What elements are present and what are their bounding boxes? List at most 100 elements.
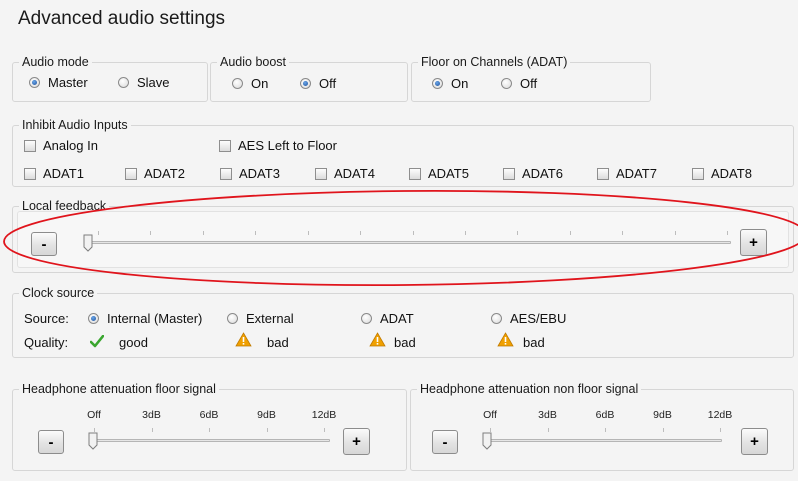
- checkbox-unchecked-icon[interactable]: [24, 167, 36, 180]
- warning-icon: [369, 332, 386, 347]
- adat7-label: ADAT7: [616, 166, 657, 181]
- source-external-label: External: [246, 311, 294, 326]
- local-feedback-slider-thumb[interactable]: [83, 234, 93, 252]
- slider-tick: [547, 428, 549, 432]
- tick-label: 9dB: [653, 409, 672, 421]
- inhibit-inputs-group: Inhibit Audio Inputs Analog In AES Left …: [12, 117, 794, 187]
- adat8-checkbox[interactable]: ADAT8: [692, 166, 752, 181]
- adat3-checkbox[interactable]: ADAT3: [220, 166, 280, 181]
- adat6-checkbox[interactable]: ADAT6: [503, 166, 563, 181]
- radio-selected-icon[interactable]: [29, 77, 40, 88]
- radio-unselected-icon[interactable]: [491, 313, 502, 324]
- radio-unselected-icon[interactable]: [227, 313, 238, 324]
- source-adat-option[interactable]: ADAT: [361, 311, 414, 326]
- slider-tick: [202, 231, 204, 235]
- adat5-checkbox[interactable]: ADAT5: [409, 166, 469, 181]
- adat1-label: ADAT1: [43, 166, 84, 181]
- radio-selected-icon[interactable]: [88, 313, 99, 324]
- warning-icon: [497, 332, 514, 347]
- radio-unselected-icon[interactable]: [118, 77, 129, 88]
- source-label: Source:: [24, 311, 69, 326]
- floor-channels-off-option[interactable]: Off: [501, 76, 537, 91]
- audio-boost-legend: Audio boost: [217, 54, 290, 70]
- audio-mode-master-option[interactable]: Master: [29, 75, 88, 90]
- warning-icon: [235, 332, 252, 347]
- checkbox-unchecked-icon[interactable]: [692, 167, 704, 180]
- adat1-checkbox[interactable]: ADAT1: [24, 166, 84, 181]
- radio-unselected-icon[interactable]: [501, 78, 512, 89]
- audio-boost-on-option[interactable]: On: [232, 76, 268, 91]
- audio-boost-off-option[interactable]: Off: [300, 76, 336, 91]
- local-feedback-slider-track[interactable]: [85, 241, 731, 244]
- clock-source-group: Clock source Source: Internal (Master) E…: [12, 285, 794, 358]
- slider-tick: [674, 231, 676, 235]
- checkbox-unchecked-icon[interactable]: [503, 167, 515, 180]
- local-feedback-minus-button[interactable]: -: [31, 232, 57, 256]
- floor-channels-on-option[interactable]: On: [432, 76, 468, 91]
- checkbox-unchecked-icon[interactable]: [315, 167, 327, 180]
- floor-channels-legend: Floor on Channels (ADAT): [418, 54, 571, 70]
- floor-channels-off-label: Off: [520, 76, 538, 91]
- adat3-label: ADAT3: [239, 166, 280, 181]
- tick-label: Off: [483, 409, 497, 421]
- adat7-checkbox[interactable]: ADAT7: [597, 166, 657, 181]
- local-feedback-group: Local feedback - +: [12, 198, 794, 273]
- hp-nonfloor-legend: Headphone attenuation non floor signal: [417, 381, 642, 397]
- quality-external-text: bad: [267, 335, 289, 350]
- aes-left-label: AES Left to Floor: [238, 138, 337, 153]
- radio-selected-icon[interactable]: [300, 78, 311, 89]
- hp-floor-plus-button[interactable]: +: [343, 428, 370, 455]
- slider-tick: [622, 231, 624, 235]
- checkbox-unchecked-icon[interactable]: [220, 167, 232, 180]
- radio-unselected-icon[interactable]: [361, 313, 372, 324]
- audio-boost-group: Audio boost On Off: [210, 54, 408, 102]
- adat8-label: ADAT8: [711, 166, 752, 181]
- hp-nonfloor-group: Headphone attenuation non floor signal O…: [410, 381, 794, 471]
- slider-tick: [464, 231, 466, 235]
- floor-channels-group: Floor on Channels (ADAT) On Off: [411, 54, 651, 102]
- checkbox-unchecked-icon[interactable]: [125, 167, 137, 180]
- adat2-checkbox[interactable]: ADAT2: [125, 166, 185, 181]
- radio-selected-icon[interactable]: [432, 78, 443, 89]
- quality-label: Quality:: [24, 335, 69, 350]
- audio-mode-slave-option[interactable]: Slave: [118, 75, 170, 90]
- audio-mode-legend: Audio mode: [19, 54, 92, 70]
- local-feedback-plus-button[interactable]: +: [740, 229, 767, 256]
- slider-tick: [569, 231, 571, 235]
- source-aes-option[interactable]: AES/EBU: [491, 311, 566, 326]
- slider-tick: [307, 231, 309, 235]
- slider-tick: [255, 231, 257, 235]
- hp-nonfloor-slider-track[interactable]: [487, 439, 722, 442]
- tick-label: 6dB: [199, 409, 219, 421]
- aes-left-checkbox[interactable]: AES Left to Floor: [219, 138, 337, 153]
- checkbox-unchecked-icon[interactable]: [597, 167, 609, 180]
- adat4-checkbox[interactable]: ADAT4: [315, 166, 375, 181]
- slider-tick: [662, 428, 664, 432]
- slider-tick: [605, 428, 606, 432]
- hp-floor-slider-track[interactable]: [93, 439, 330, 442]
- source-internal-option[interactable]: Internal (Master): [88, 311, 202, 326]
- hp-nonfloor-minus-button[interactable]: -: [432, 430, 458, 454]
- clock-source-legend: Clock source: [19, 285, 98, 301]
- adat6-label: ADAT6: [522, 166, 563, 181]
- source-external-option[interactable]: External: [227, 311, 294, 326]
- hp-nonfloor-slider-thumb[interactable]: [482, 432, 492, 450]
- hp-nonfloor-plus-button[interactable]: +: [741, 428, 768, 455]
- analog-in-checkbox[interactable]: Analog In: [24, 138, 98, 153]
- slider-tick: [412, 231, 414, 235]
- adat2-label: ADAT2: [144, 166, 185, 181]
- source-adat-label: ADAT: [380, 311, 414, 326]
- tick-label: 12dB: [311, 409, 337, 421]
- checkbox-unchecked-icon[interactable]: [24, 139, 36, 152]
- radio-unselected-icon[interactable]: [232, 78, 243, 89]
- tick-label: 12dB: [707, 409, 733, 421]
- slider-tick: [266, 428, 268, 432]
- hp-floor-minus-button[interactable]: -: [38, 430, 64, 454]
- checkbox-unchecked-icon[interactable]: [219, 139, 231, 152]
- checkbox-unchecked-icon[interactable]: [409, 167, 421, 180]
- hp-floor-legend: Headphone attenuation floor signal: [19, 381, 219, 397]
- source-internal-label: Internal (Master): [107, 311, 203, 326]
- adat5-label: ADAT5: [428, 166, 469, 181]
- hp-floor-slider-thumb[interactable]: [88, 432, 98, 450]
- slider-tick: [517, 231, 519, 235]
